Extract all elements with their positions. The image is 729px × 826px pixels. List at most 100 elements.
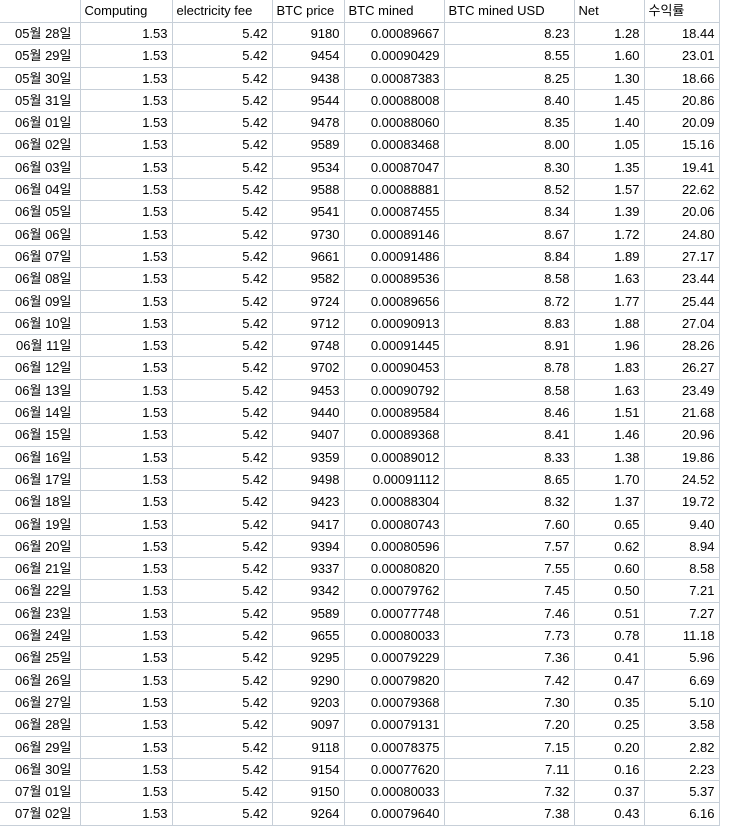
cell-btc-price[interactable]: 9541 <box>272 200 345 224</box>
cell-btc-mined[interactable]: 0.00079368 <box>344 691 445 715</box>
cell-electricity-fee[interactable]: 5.42 <box>172 267 273 291</box>
table-row[interactable]: 06월 08일 1.53 5.42 9582 0.00089536 8.58 1.63 23.… <box>0 267 720 291</box>
cell-net[interactable]: 1.45 <box>574 89 645 113</box>
cell-profit-rate[interactable]: 21.68 <box>644 401 720 425</box>
cell-profit-rate[interactable]: 27.04 <box>644 312 720 336</box>
cell-electricity-fee[interactable]: 5.42 <box>172 133 273 157</box>
mining-profitability-table[interactable]: Computing electricity fee BTC price BTC min… <box>0 0 720 826</box>
cell-electricity-fee[interactable]: 5.42 <box>172 290 273 313</box>
cell-btc-mined[interactable]: 0.00089146 <box>344 223 445 246</box>
cell-net[interactable]: 0.16 <box>574 758 645 782</box>
cell-net[interactable]: 1.39 <box>574 200 645 224</box>
cell-btc-mined-usd[interactable]: 8.58 <box>444 379 575 403</box>
table-row[interactable]: 06월 30일 1.53 5.42 9154 0.00077620 7.11 0.16 2.2… <box>0 758 720 782</box>
cell-btc-price[interactable]: 9295 <box>272 646 345 670</box>
cell-btc-mined-usd[interactable]: 8.55 <box>444 44 575 68</box>
cell-date[interactable]: 06월 25일 <box>0 646 81 670</box>
cell-electricity-fee[interactable]: 5.42 <box>172 178 273 202</box>
cell-net[interactable]: 1.83 <box>574 356 645 380</box>
cell-date[interactable]: 06월 08일 <box>0 267 81 291</box>
cell-computing[interactable]: 1.53 <box>80 423 173 447</box>
cell-btc-price[interactable]: 9150 <box>272 780 345 804</box>
cell-net[interactable]: 1.72 <box>574 223 645 246</box>
cell-computing[interactable]: 1.53 <box>80 691 173 715</box>
cell-net[interactable]: 1.37 <box>574 490 645 514</box>
table-row[interactable]: 06월 12일 1.53 5.42 9702 0.00090453 8.78 1.83 26.… <box>0 356 720 380</box>
cell-btc-mined[interactable]: 0.00080820 <box>344 557 445 581</box>
cell-net[interactable]: 1.96 <box>574 334 645 358</box>
cell-computing[interactable]: 1.53 <box>80 713 173 737</box>
cell-btc-mined-usd[interactable]: 8.34 <box>444 200 575 224</box>
table-row[interactable]: 06월 28일 1.53 5.42 9097 0.00079131 7.20 0.25 3.5… <box>0 713 720 737</box>
cell-net[interactable]: 0.47 <box>574 669 645 692</box>
table-row[interactable]: 05월 29일 1.53 5.42 9454 0.00090429 8.55 1.60 23.… <box>0 44 720 68</box>
cell-net[interactable]: 1.57 <box>574 178 645 202</box>
column-header-btc-price[interactable]: BTC price <box>272 0 345 23</box>
cell-btc-price[interactable]: 9359 <box>272 446 345 469</box>
table-row[interactable]: 06월 06일 1.53 5.42 9730 0.00089146 8.67 1.72 24.… <box>0 223 720 246</box>
cell-btc-mined-usd[interactable]: 7.45 <box>444 579 575 603</box>
cell-electricity-fee[interactable]: 5.42 <box>172 713 273 737</box>
cell-profit-rate[interactable]: 8.94 <box>644 535 720 559</box>
cell-electricity-fee[interactable]: 5.42 <box>172 624 273 648</box>
table-row[interactable]: 06월 26일 1.53 5.42 9290 0.00079820 7.42 0.47 6.6… <box>0 669 720 692</box>
cell-electricity-fee[interactable]: 5.42 <box>172 356 273 380</box>
cell-computing[interactable]: 1.53 <box>80 44 173 68</box>
cell-electricity-fee[interactable]: 5.42 <box>172 44 273 68</box>
cell-date[interactable]: 06월 29일 <box>0 736 81 759</box>
cell-profit-rate[interactable]: 7.27 <box>644 602 720 626</box>
cell-btc-mined-usd[interactable]: 7.38 <box>444 802 575 826</box>
column-header-btc-mined-usd[interactable]: BTC mined USD <box>444 0 575 23</box>
cell-profit-rate[interactable]: 11.18 <box>644 624 720 648</box>
cell-profit-rate[interactable]: 5.10 <box>644 691 720 715</box>
cell-date[interactable]: 06월 04일 <box>0 178 81 202</box>
table-row[interactable]: 06월 17일 1.53 5.42 9498 0.00091112 8.65 1.70 24.… <box>0 468 720 492</box>
cell-profit-rate[interactable]: 26.27 <box>644 356 720 380</box>
cell-date[interactable]: 06월 19일 <box>0 513 81 536</box>
cell-computing[interactable]: 1.53 <box>80 312 173 336</box>
cell-btc-price[interactable]: 9438 <box>272 67 345 90</box>
cell-btc-mined-usd[interactable]: 7.20 <box>444 713 575 737</box>
cell-profit-rate[interactable]: 20.09 <box>644 111 720 135</box>
cell-profit-rate[interactable]: 23.01 <box>644 44 720 68</box>
cell-date[interactable]: 06월 23일 <box>0 602 81 626</box>
cell-profit-rate[interactable]: 6.16 <box>644 802 720 826</box>
cell-btc-mined-usd[interactable]: 7.57 <box>444 535 575 559</box>
cell-computing[interactable]: 1.53 <box>80 624 173 648</box>
cell-btc-mined[interactable]: 0.00078375 <box>344 736 445 759</box>
cell-btc-mined[interactable]: 0.00077748 <box>344 602 445 626</box>
cell-date[interactable]: 05월 29일 <box>0 44 81 68</box>
cell-profit-rate[interactable]: 25.44 <box>644 290 720 313</box>
cell-btc-mined[interactable]: 0.00087383 <box>344 67 445 90</box>
cell-net[interactable]: 1.05 <box>574 133 645 157</box>
cell-date[interactable]: 06월 06일 <box>0 223 81 246</box>
cell-computing[interactable]: 1.53 <box>80 535 173 559</box>
cell-electricity-fee[interactable]: 5.42 <box>172 646 273 670</box>
cell-btc-mined-usd[interactable]: 7.42 <box>444 669 575 692</box>
cell-electricity-fee[interactable]: 5.42 <box>172 513 273 536</box>
cell-btc-mined[interactable]: 0.00091445 <box>344 334 445 358</box>
cell-net[interactable]: 0.60 <box>574 557 645 581</box>
table-row[interactable]: 05월 30일 1.53 5.42 9438 0.00087383 8.25 1.30 18.… <box>0 67 720 90</box>
table-row[interactable]: 06월 13일 1.53 5.42 9453 0.00090792 8.58 1.63 23.… <box>0 379 720 403</box>
cell-btc-price[interactable]: 9478 <box>272 111 345 135</box>
cell-electricity-fee[interactable]: 5.42 <box>172 758 273 782</box>
cell-computing[interactable]: 1.53 <box>80 579 173 603</box>
cell-electricity-fee[interactable]: 5.42 <box>172 802 273 826</box>
cell-net[interactable]: 1.46 <box>574 423 645 447</box>
cell-profit-rate[interactable]: 28.26 <box>644 334 720 358</box>
cell-profit-rate[interactable]: 19.41 <box>644 156 720 180</box>
cell-btc-mined[interactable]: 0.00079762 <box>344 579 445 603</box>
cell-net[interactable]: 0.62 <box>574 535 645 559</box>
cell-electricity-fee[interactable]: 5.42 <box>172 736 273 759</box>
cell-btc-mined-usd[interactable]: 8.84 <box>444 245 575 269</box>
cell-btc-price[interactable]: 9394 <box>272 535 345 559</box>
table-row[interactable]: 06월 11일 1.53 5.42 9748 0.00091445 8.91 1.96 28.… <box>0 334 720 358</box>
table-row[interactable]: 06월 24일 1.53 5.42 9655 0.00080033 7.73 0.78 11.… <box>0 624 720 648</box>
cell-electricity-fee[interactable]: 5.42 <box>172 89 273 113</box>
cell-btc-mined-usd[interactable]: 7.46 <box>444 602 575 626</box>
cell-profit-rate[interactable]: 23.49 <box>644 379 720 403</box>
cell-btc-mined[interactable]: 0.00091486 <box>344 245 445 269</box>
cell-btc-mined-usd[interactable]: 8.41 <box>444 423 575 447</box>
column-header-computing[interactable]: Computing <box>80 0 173 23</box>
